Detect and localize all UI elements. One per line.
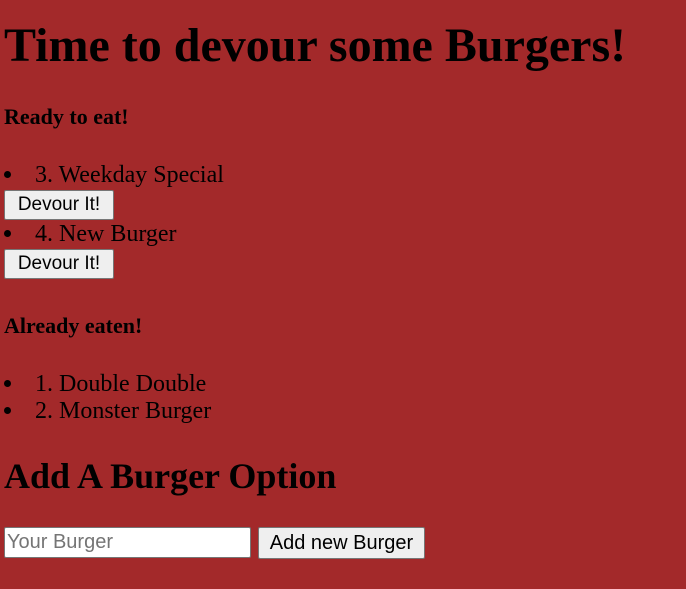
add-burger-heading: Add A Burger Option [4, 456, 337, 496]
ready-list-item: 3. Weekday Special [4, 161, 404, 189]
burger-name-input[interactable] [4, 527, 251, 558]
add-burger-button[interactable]: Add new Burger [258, 527, 425, 559]
bullet-icon [4, 230, 11, 237]
burger-name: 1. Double Double [35, 371, 207, 397]
page-title: Time to devour some Burgers! [4, 19, 627, 72]
bullet-icon [4, 380, 11, 387]
burger-name: 4. New Burger [35, 221, 177, 247]
burger-name: 3. Weekday Special [35, 162, 224, 188]
bullet-icon [4, 407, 11, 414]
ready-heading: Ready to eat! [4, 104, 129, 129]
bullet-icon [4, 171, 11, 178]
eaten-heading: Already eaten! [4, 313, 143, 338]
eaten-list-item: 1. Double Double [4, 370, 404, 398]
eaten-list-item: 2. Monster Burger [4, 397, 404, 425]
devour-button[interactable]: Devour It! [4, 190, 114, 220]
burger-name: 2. Monster Burger [35, 398, 212, 424]
devour-button[interactable]: Devour It! [4, 249, 114, 279]
ready-list-item: 4. New Burger [4, 220, 404, 248]
